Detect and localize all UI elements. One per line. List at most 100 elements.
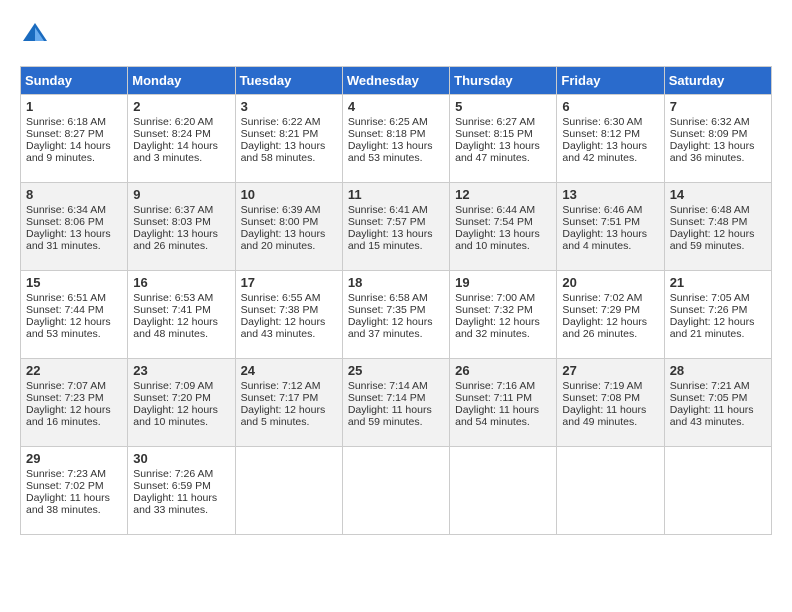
day-info: Sunset: 7:51 PM xyxy=(562,216,658,228)
day-info: Daylight: 12 hours xyxy=(241,316,337,328)
day-number: 11 xyxy=(348,187,444,202)
day-number: 20 xyxy=(562,275,658,290)
col-header-thursday: Thursday xyxy=(450,67,557,95)
calendar-table: SundayMondayTuesdayWednesdayThursdayFrid… xyxy=(20,66,772,535)
day-info: Daylight: 12 hours xyxy=(26,404,122,416)
day-info: Sunrise: 7:23 AM xyxy=(26,468,122,480)
day-number: 30 xyxy=(133,451,229,466)
calendar-cell xyxy=(557,447,664,535)
calendar-cell: 20Sunrise: 7:02 AMSunset: 7:29 PMDayligh… xyxy=(557,271,664,359)
day-info: and 10 minutes. xyxy=(455,240,551,252)
day-number: 4 xyxy=(348,99,444,114)
day-info: and 47 minutes. xyxy=(455,152,551,164)
day-info: and 32 minutes. xyxy=(455,328,551,340)
day-info: and 36 minutes. xyxy=(670,152,766,164)
day-info: and 15 minutes. xyxy=(348,240,444,252)
day-info: and 20 minutes. xyxy=(241,240,337,252)
day-info: and 10 minutes. xyxy=(133,416,229,428)
week-row-2: 8Sunrise: 6:34 AMSunset: 8:06 PMDaylight… xyxy=(21,183,772,271)
day-info: Sunrise: 6:41 AM xyxy=(348,204,444,216)
day-info: and 59 minutes. xyxy=(348,416,444,428)
calendar-cell: 12Sunrise: 6:44 AMSunset: 7:54 PMDayligh… xyxy=(450,183,557,271)
day-info: Daylight: 14 hours xyxy=(133,140,229,152)
day-info: Daylight: 12 hours xyxy=(133,316,229,328)
day-info: Sunrise: 6:22 AM xyxy=(241,116,337,128)
calendar-cell: 23Sunrise: 7:09 AMSunset: 7:20 PMDayligh… xyxy=(128,359,235,447)
day-info: and 5 minutes. xyxy=(241,416,337,428)
day-number: 2 xyxy=(133,99,229,114)
day-info: Sunrise: 7:26 AM xyxy=(133,468,229,480)
calendar-cell: 27Sunrise: 7:19 AMSunset: 7:08 PMDayligh… xyxy=(557,359,664,447)
day-info: Daylight: 13 hours xyxy=(348,228,444,240)
calendar-cell: 7Sunrise: 6:32 AMSunset: 8:09 PMDaylight… xyxy=(664,95,771,183)
day-info: Sunset: 8:09 PM xyxy=(670,128,766,140)
day-info: Daylight: 13 hours xyxy=(133,228,229,240)
day-info: Sunset: 7:23 PM xyxy=(26,392,122,404)
logo xyxy=(20,20,54,50)
day-info: Sunset: 7:41 PM xyxy=(133,304,229,316)
calendar-cell: 2Sunrise: 6:20 AMSunset: 8:24 PMDaylight… xyxy=(128,95,235,183)
day-info: Sunset: 7:54 PM xyxy=(455,216,551,228)
calendar-cell xyxy=(664,447,771,535)
week-row-4: 22Sunrise: 7:07 AMSunset: 7:23 PMDayligh… xyxy=(21,359,772,447)
day-info: Sunrise: 7:07 AM xyxy=(26,380,122,392)
calendar-cell: 3Sunrise: 6:22 AMSunset: 8:21 PMDaylight… xyxy=(235,95,342,183)
day-info: Sunrise: 6:20 AM xyxy=(133,116,229,128)
day-info: Sunrise: 6:48 AM xyxy=(670,204,766,216)
day-number: 16 xyxy=(133,275,229,290)
day-info: Sunset: 7:17 PM xyxy=(241,392,337,404)
day-info: and 26 minutes. xyxy=(562,328,658,340)
calendar-cell xyxy=(235,447,342,535)
day-info: and 38 minutes. xyxy=(26,504,122,516)
day-info: Sunrise: 6:44 AM xyxy=(455,204,551,216)
calendar-cell: 15Sunrise: 6:51 AMSunset: 7:44 PMDayligh… xyxy=(21,271,128,359)
day-number: 21 xyxy=(670,275,766,290)
day-info: Daylight: 13 hours xyxy=(670,140,766,152)
day-info: Sunset: 7:11 PM xyxy=(455,392,551,404)
day-info: Sunset: 7:35 PM xyxy=(348,304,444,316)
week-row-1: 1Sunrise: 6:18 AMSunset: 8:27 PMDaylight… xyxy=(21,95,772,183)
day-info: Sunrise: 6:37 AM xyxy=(133,204,229,216)
day-info: Sunset: 8:15 PM xyxy=(455,128,551,140)
day-number: 19 xyxy=(455,275,551,290)
calendar-cell: 24Sunrise: 7:12 AMSunset: 7:17 PMDayligh… xyxy=(235,359,342,447)
day-info: Daylight: 13 hours xyxy=(562,228,658,240)
calendar-cell: 16Sunrise: 6:53 AMSunset: 7:41 PMDayligh… xyxy=(128,271,235,359)
logo-icon xyxy=(20,20,50,50)
day-info: and 49 minutes. xyxy=(562,416,658,428)
day-info: Sunset: 7:26 PM xyxy=(670,304,766,316)
day-info: Sunset: 8:21 PM xyxy=(241,128,337,140)
day-info: Sunrise: 6:30 AM xyxy=(562,116,658,128)
day-info: and 16 minutes. xyxy=(26,416,122,428)
day-number: 28 xyxy=(670,363,766,378)
calendar-cell: 10Sunrise: 6:39 AMSunset: 8:00 PMDayligh… xyxy=(235,183,342,271)
day-info: and 43 minutes. xyxy=(670,416,766,428)
day-info: Sunrise: 7:21 AM xyxy=(670,380,766,392)
day-info: Sunrise: 6:51 AM xyxy=(26,292,122,304)
day-info: Daylight: 13 hours xyxy=(455,140,551,152)
day-info: Daylight: 13 hours xyxy=(562,140,658,152)
day-number: 22 xyxy=(26,363,122,378)
day-info: Sunset: 7:29 PM xyxy=(562,304,658,316)
day-info: Daylight: 11 hours xyxy=(670,404,766,416)
day-number: 13 xyxy=(562,187,658,202)
calendar-cell: 14Sunrise: 6:48 AMSunset: 7:48 PMDayligh… xyxy=(664,183,771,271)
calendar-cell xyxy=(450,447,557,535)
calendar-cell: 28Sunrise: 7:21 AMSunset: 7:05 PMDayligh… xyxy=(664,359,771,447)
day-info: and 3 minutes. xyxy=(133,152,229,164)
day-info: Daylight: 11 hours xyxy=(562,404,658,416)
day-info: and 54 minutes. xyxy=(455,416,551,428)
day-info: Sunrise: 6:25 AM xyxy=(348,116,444,128)
calendar-cell: 19Sunrise: 7:00 AMSunset: 7:32 PMDayligh… xyxy=(450,271,557,359)
day-number: 6 xyxy=(562,99,658,114)
day-info: Daylight: 12 hours xyxy=(348,316,444,328)
day-number: 24 xyxy=(241,363,337,378)
day-info: Daylight: 12 hours xyxy=(562,316,658,328)
day-info: Daylight: 11 hours xyxy=(133,492,229,504)
day-info: Sunrise: 7:16 AM xyxy=(455,380,551,392)
calendar-cell: 21Sunrise: 7:05 AMSunset: 7:26 PMDayligh… xyxy=(664,271,771,359)
day-number: 14 xyxy=(670,187,766,202)
day-info: Daylight: 11 hours xyxy=(26,492,122,504)
day-info: Sunset: 8:06 PM xyxy=(26,216,122,228)
day-info: and 58 minutes. xyxy=(241,152,337,164)
